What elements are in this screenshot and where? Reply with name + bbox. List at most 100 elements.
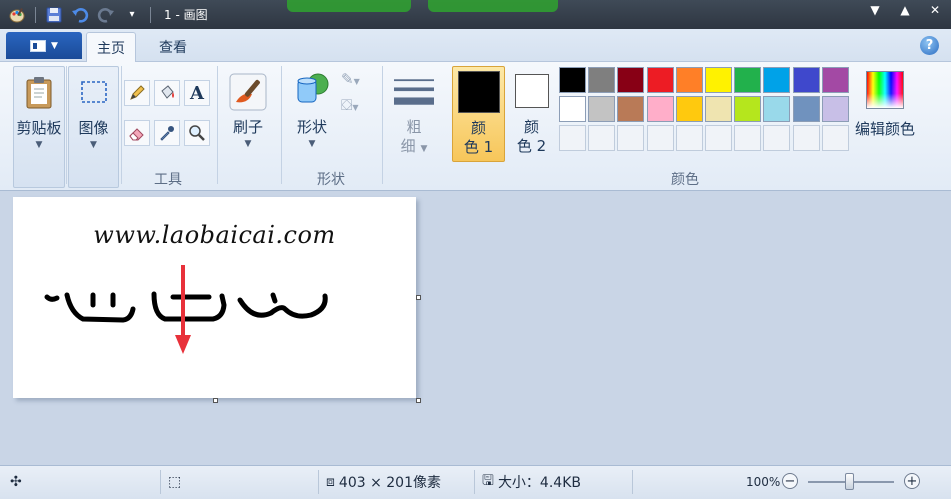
maximize-icon[interactable]: ▲ bbox=[897, 3, 913, 17]
palette-swatch[interactable] bbox=[647, 67, 674, 93]
qa-separator bbox=[150, 6, 151, 23]
status-bar: ✣ ⬚ ⧈ 403 × 201像素 🖫 大小：4.4KB 100% − + bbox=[0, 465, 951, 499]
palette-swatch[interactable] bbox=[763, 67, 790, 93]
chevron-down-icon: ▼ bbox=[35, 140, 43, 150]
palette-swatch[interactable] bbox=[617, 67, 644, 93]
title-glow-decoration bbox=[287, 0, 411, 12]
color-picker-icon[interactable] bbox=[154, 120, 180, 146]
palette-swatch[interactable] bbox=[793, 96, 820, 122]
undo-icon[interactable] bbox=[69, 4, 91, 26]
image-button[interactable]: 图像 ▼ bbox=[68, 66, 119, 188]
edit-colors-button[interactable]: 编辑颜色 bbox=[852, 66, 918, 166]
color2-button[interactable]: 颜 色 2 bbox=[509, 66, 554, 162]
minimize-icon[interactable]: ▼ bbox=[867, 3, 883, 17]
select-icon bbox=[74, 73, 114, 113]
zoom-out-icon[interactable]: − bbox=[782, 473, 798, 489]
drawing-canvas[interactable]: www.laobaicai.com bbox=[13, 197, 416, 398]
palette-swatch-empty[interactable] bbox=[822, 125, 849, 151]
palette-swatch[interactable] bbox=[822, 67, 849, 93]
outline-dropdown-icon[interactable]: ✎▼ bbox=[341, 70, 375, 90]
chevron-down-icon: ▼ bbox=[51, 40, 58, 51]
palette-swatch[interactable] bbox=[617, 96, 644, 122]
canvas-resize-handle-corner[interactable] bbox=[416, 398, 421, 403]
group-separator bbox=[121, 66, 122, 184]
line-size-icon bbox=[394, 72, 434, 112]
palette-swatch-empty[interactable] bbox=[617, 125, 644, 151]
paint-menu-icon bbox=[30, 39, 47, 52]
tools-group-label: 工具 bbox=[154, 172, 182, 188]
palette-swatch[interactable] bbox=[793, 67, 820, 93]
window-title: 1 - 画图 bbox=[164, 8, 208, 22]
paint-app-icon[interactable] bbox=[6, 4, 28, 26]
pencil-icon[interactable] bbox=[124, 80, 150, 106]
palette-swatch[interactable] bbox=[705, 96, 732, 122]
cursor-position: ✣ bbox=[10, 472, 22, 492]
canvas-resize-handle-bottom[interactable] bbox=[213, 398, 218, 403]
shapes-icon bbox=[292, 72, 332, 112]
text-tool-icon[interactable]: A bbox=[184, 80, 210, 106]
clipboard-label: 剪贴板 bbox=[16, 119, 62, 137]
shapes-group-label: 形状 bbox=[317, 172, 345, 188]
clipboard-icon bbox=[19, 73, 59, 113]
palette-swatch-empty[interactable] bbox=[705, 125, 732, 151]
edit-colors-icon bbox=[865, 70, 905, 110]
palette-swatch[interactable] bbox=[734, 96, 761, 122]
fill-bucket-icon[interactable] bbox=[154, 80, 180, 106]
brushes-button[interactable]: 刷子 ▼ bbox=[222, 66, 274, 166]
close-icon[interactable]: ✕ bbox=[927, 3, 943, 17]
palette-swatch[interactable] bbox=[559, 96, 586, 122]
file-size: 🖫 大小：4.4KB bbox=[482, 472, 581, 492]
palette-swatch[interactable] bbox=[588, 96, 615, 122]
clipboard-button[interactable]: 剪贴板 ▼ bbox=[13, 66, 65, 188]
zoom-slider-thumb[interactable] bbox=[845, 473, 854, 490]
color1-button[interactable]: 颜 色 1 bbox=[452, 66, 505, 162]
redo-icon[interactable] bbox=[95, 4, 117, 26]
color1-label: 颜 色 1 bbox=[463, 119, 494, 156]
image-dimensions-icon: ⧈ bbox=[326, 474, 335, 490]
palette-swatch[interactable] bbox=[647, 96, 674, 122]
magnifier-icon[interactable] bbox=[184, 120, 210, 146]
palette-swatch-empty[interactable] bbox=[676, 125, 703, 151]
brush-icon bbox=[228, 72, 268, 112]
eraser-icon[interactable] bbox=[124, 120, 150, 146]
size-button[interactable]: 粗 细 ▼ bbox=[388, 66, 440, 166]
help-icon[interactable]: ? bbox=[920, 36, 939, 55]
palette-swatch[interactable] bbox=[763, 96, 790, 122]
palette-swatch-empty[interactable] bbox=[559, 125, 586, 151]
palette-swatch-empty[interactable] bbox=[793, 125, 820, 151]
palette-swatch-empty[interactable] bbox=[588, 125, 615, 151]
image-dimensions: ⧈ 403 × 201像素 bbox=[326, 472, 441, 492]
palette-swatch[interactable] bbox=[559, 67, 586, 93]
zoom-level-value: 100% bbox=[746, 475, 781, 489]
file-size-value: 大小：4.4KB bbox=[497, 475, 581, 491]
palette-swatch-empty[interactable] bbox=[763, 125, 790, 151]
customize-qa-dropdown-icon[interactable]: ▾ bbox=[121, 4, 143, 26]
paint-menu-button[interactable]: ▼ bbox=[6, 32, 82, 59]
palette-swatch-empty[interactable] bbox=[647, 125, 674, 151]
edit-colors-label: 编辑颜色 bbox=[854, 120, 915, 138]
shapes-button[interactable]: 形状 ▼ bbox=[287, 66, 337, 166]
ribbon: 剪贴板 ▼ 图像 ▼ A 工具 刷子 ▼ 形状 ▼ ✎▼ ⛋▼ 形状 粗 细 ▼… bbox=[0, 62, 951, 191]
zoom-in-icon[interactable]: + bbox=[904, 473, 920, 489]
palette-swatch[interactable] bbox=[588, 67, 615, 93]
tab-view[interactable]: 查看 bbox=[149, 32, 197, 62]
brushes-label: 刷子 bbox=[232, 118, 263, 136]
palette-swatch[interactable] bbox=[822, 96, 849, 122]
canvas-resize-handle-right[interactable] bbox=[416, 295, 421, 300]
fill-dropdown-icon[interactable]: ⛋▼ bbox=[341, 96, 375, 116]
size-label: 粗 细 ▼ bbox=[400, 118, 428, 155]
status-separator bbox=[318, 470, 319, 494]
tab-home[interactable]: 主页 bbox=[86, 32, 136, 62]
canvas-drawing bbox=[44, 265, 328, 354]
save-icon[interactable] bbox=[43, 4, 65, 26]
palette-swatch-empty[interactable] bbox=[734, 125, 761, 151]
palette-swatch[interactable] bbox=[676, 67, 703, 93]
status-separator bbox=[632, 470, 633, 494]
selection-size: ⬚ bbox=[168, 472, 181, 492]
shapes-label: 形状 bbox=[296, 118, 327, 136]
group-separator bbox=[66, 66, 67, 184]
status-separator bbox=[474, 470, 475, 494]
palette-swatch[interactable] bbox=[734, 67, 761, 93]
palette-swatch[interactable] bbox=[676, 96, 703, 122]
palette-swatch[interactable] bbox=[705, 67, 732, 93]
